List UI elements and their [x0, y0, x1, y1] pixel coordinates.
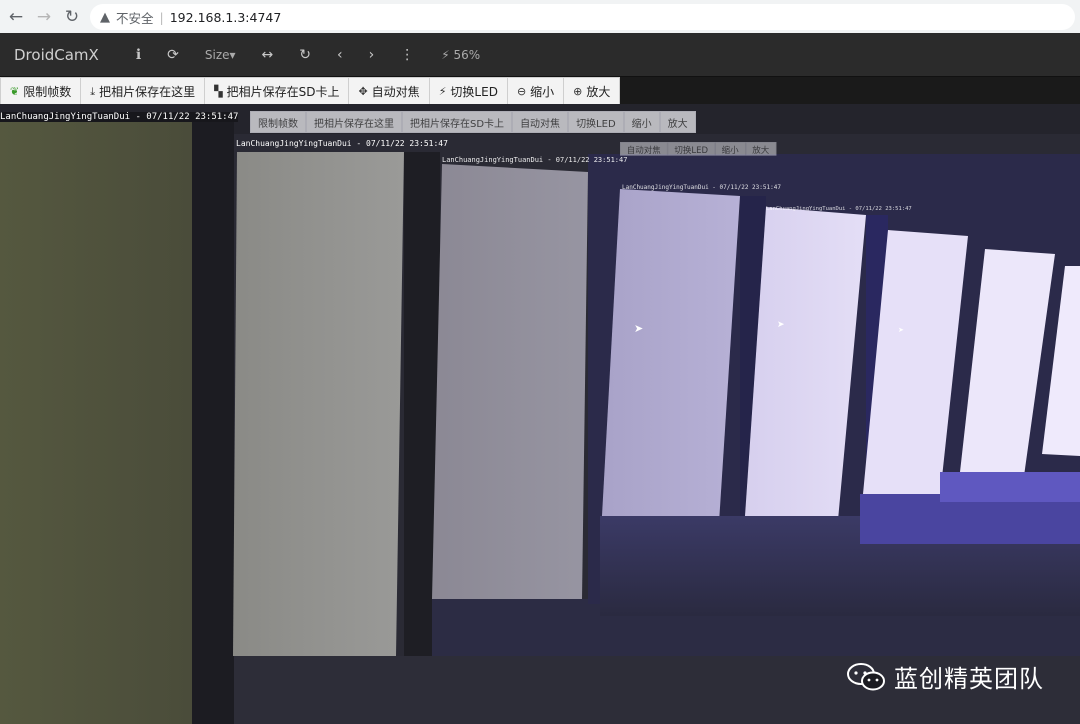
url-text[interactable]: 192.168.1.3:4747 [170, 10, 282, 25]
captured-autofocus-2: 自动对焦 [620, 142, 668, 156]
button-label: 自动对焦 [371, 85, 420, 99]
warning-triangle-icon: ▲ [100, 9, 110, 25]
captured-zoom-in-2: 放大 [745, 142, 777, 156]
captured-timestamp-4: LanChuangJingYingTuanDui - 07/11/22 23:5… [766, 206, 912, 212]
wechat-watermark: 蓝创精英团队 [846, 659, 1044, 694]
size-label: Size [204, 47, 230, 62]
camera-feed[interactable]: 限制帧数 把相片保存在这里 把相片保存在SD卡上 自动对焦 切换LED 缩小 放… [0, 104, 1080, 724]
reload-icon[interactable]: ↻ [60, 5, 84, 29]
app-brand[interactable]: DroidCamX [14, 46, 99, 64]
forward-arrow-icon[interactable]: → [32, 5, 56, 29]
floor-4 [940, 472, 1080, 502]
address-bar[interactable]: ▲ 不安全 | 192.168.1.3:4747 [90, 4, 1075, 30]
button-label: 把相片保存在这里 [99, 85, 196, 99]
captured-autofocus: 自动对焦 [512, 111, 569, 133]
bolt-icon: ⚡ [441, 47, 450, 62]
info-icon[interactable]: ℹ [136, 47, 141, 63]
captured-toolbar-2: 自动对焦 切换LED 缩小 放大 [620, 142, 777, 156]
captured-cursor-icon-2: ➤ [777, 320, 785, 330]
chevron-left-icon[interactable]: ‹ [337, 47, 343, 63]
rotate-icon[interactable]: ↻ [299, 47, 311, 63]
captured-zoom-in: 放大 [659, 111, 696, 133]
leaf-icon: ❦ [10, 85, 20, 98]
zoom-out-icon: ⊖ [516, 85, 527, 98]
more-vertical-icon[interactable]: ⋮ [400, 47, 414, 63]
button-label: 放大 [586, 85, 611, 99]
refresh-icon[interactable]: ⟳ [167, 47, 179, 63]
bolt-icon: ⚡ [438, 85, 447, 98]
captured-zoom-out-2: 缩小 [714, 142, 746, 156]
security-warning-text: 不安全 [116, 10, 154, 26]
save-photo-here-button[interactable]: ⤓ 把相片保存在这里 [80, 77, 205, 106]
zoom-in-icon: ⊕ [573, 85, 583, 98]
toggle-led-button[interactable]: ⚡ 切换LED [428, 77, 507, 106]
app-navbar: DroidCamX ℹ ⟳ Size▾ ↔ ↻ ‹ › ⋮ ⚡ 56% [0, 33, 1080, 77]
zoom-in-button[interactable]: ⊕ 放大 [563, 77, 621, 106]
captured-timestamp-1: LanChuangJingYingTuanDui - 07/11/22 23:5… [236, 139, 448, 148]
button-label: 限制帧数 [23, 85, 72, 99]
button-label: 切换LED [450, 85, 498, 99]
captured-toolbar-1: 限制帧数 把相片保存在这里 把相片保存在SD卡上 自动对焦 切换LED 缩小 放… [250, 111, 696, 133]
browser-chrome: ← → ↻ ▲ 不安全 | 192.168.1.3:4747 [0, 0, 1080, 34]
captured-cursor-icon-3: ➤ [898, 326, 904, 334]
captured-save-here: 把相片保存在这里 [306, 111, 402, 133]
feed-timestamp: LanChuangJingYingTuanDui - 07/11/22 23:5… [0, 112, 239, 122]
save-photo-sd-button[interactable]: ▚ 把相片保存在SD卡上 [204, 77, 349, 106]
watermark-text: 蓝创精英团队 [894, 665, 1044, 693]
button-label: 把相片保存在SD卡上 [226, 85, 340, 99]
captured-timestamp-2: LanChuangJingYingTuanDui - 07/11/22 23:5… [442, 156, 628, 164]
captured-toggle-led-2: 切换LED [667, 142, 715, 156]
zoom-out-button[interactable]: ⊖ 缩小 [506, 77, 564, 106]
back-arrow-icon[interactable]: ← [4, 5, 28, 29]
panel-3 [600, 189, 740, 554]
crosshair-icon: ✥ [358, 85, 368, 98]
sd-card-icon: ▚ [214, 85, 223, 98]
left-wall [0, 122, 192, 724]
battery-level: 56% [453, 47, 481, 62]
button-label: 缩小 [530, 85, 555, 99]
dark-strip [192, 122, 234, 724]
panel-1 [233, 152, 404, 656]
size-dropdown[interactable]: Size▾ [205, 48, 236, 62]
chevron-right-icon[interactable]: › [369, 47, 375, 63]
wechat-icon [847, 662, 885, 690]
captured-toggle-led: 切换LED [568, 111, 624, 133]
captured-cursor-icon: ➤ [634, 322, 644, 335]
feed-scene [0, 104, 1080, 724]
captured-save-sd: 把相片保存在SD卡上 [402, 111, 513, 133]
captured-zoom-out: 缩小 [623, 111, 660, 133]
captured-limit-fps: 限制帧数 [250, 111, 306, 133]
address-separator: | [159, 9, 164, 25]
panel-2 [432, 164, 588, 599]
resize-horizontal-icon[interactable]: ↔ [262, 47, 274, 63]
limit-fps-button[interactable]: ❦ 限制帧数 [0, 77, 81, 106]
download-icon: ⤓ [90, 84, 96, 98]
captured-timestamp-3: LanChuangJingYingTuanDui - 07/11/22 23:5… [622, 184, 781, 191]
autofocus-button[interactable]: ✥ 自动对焦 [348, 77, 429, 106]
caret-down-icon: ▾ [229, 47, 236, 62]
camera-toolbar: ❦ 限制帧数 ⤓ 把相片保存在这里 ▚ 把相片保存在SD卡上 ✥ 自动对焦 ⚡ 切换LED… [0, 77, 621, 106]
battery-status: ⚡ 56% [441, 48, 480, 62]
